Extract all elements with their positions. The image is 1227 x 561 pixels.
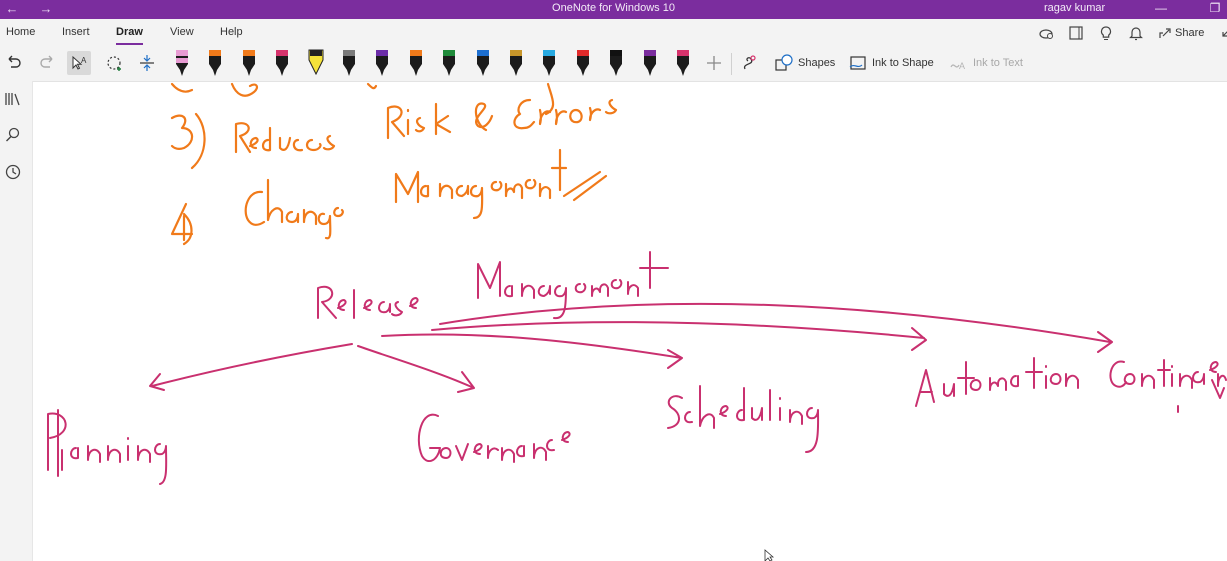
navigation-rail	[0, 81, 33, 561]
toolbar-divider	[731, 53, 732, 75]
shapes-icon[interactable]	[772, 51, 796, 75]
ink-word-release	[317, 285, 419, 319]
pen-2-icon[interactable]	[207, 48, 223, 78]
add-space-icon[interactable]	[135, 51, 159, 75]
ink-word-contingency	[1109, 359, 1227, 413]
pen-1-icon[interactable]	[174, 48, 190, 78]
ink-double-slash	[562, 170, 608, 202]
redo-icon[interactable]	[35, 51, 59, 75]
user-name[interactable]: ragav kumar	[1044, 2, 1105, 14]
ink-word-management	[394, 148, 568, 220]
mouse-cursor-icon	[764, 549, 775, 561]
ink-ampersand	[474, 102, 494, 132]
tab-draw[interactable]: Draw	[116, 26, 143, 38]
highlighter-5-icon[interactable]	[308, 48, 324, 78]
menu-bar: Home Insert Draw View Help Share	[0, 19, 1227, 45]
ink-number-2	[170, 82, 194, 93]
pen-8-icon[interactable]	[408, 48, 424, 78]
window-title: OneNote for Windows 10	[552, 2, 675, 14]
bell-icon[interactable]	[1127, 24, 1145, 42]
pen-16-icon[interactable]	[675, 48, 691, 78]
orange-ink-notes	[170, 82, 618, 246]
ink-to-shape-icon[interactable]	[847, 51, 871, 75]
ink-word-scheduling	[667, 385, 820, 453]
tab-view[interactable]: View	[170, 26, 194, 38]
pen-12-icon[interactable]	[541, 48, 557, 78]
undo-icon[interactable]	[2, 51, 26, 75]
pen-6-icon[interactable]	[341, 48, 357, 78]
ink-word-reduces	[234, 122, 336, 154]
ink-word-fragment	[544, 82, 555, 116]
ink-word-errors	[513, 98, 618, 130]
collapse-icon[interactable]	[1217, 24, 1227, 42]
pen-13-icon[interactable]	[575, 48, 591, 78]
arrow-to-governance	[357, 345, 475, 393]
pen-7-icon[interactable]	[374, 48, 390, 78]
ink-replay-icon[interactable]	[737, 51, 761, 75]
recent-notes-icon[interactable]	[4, 163, 22, 181]
pen-3-icon[interactable]	[241, 48, 257, 78]
share-button[interactable]: Share	[1175, 27, 1204, 39]
title-bar: ← → OneNote for Windows 10 ragav kumar —…	[0, 0, 1227, 19]
share-icon[interactable]	[1157, 24, 1175, 42]
arrow-to-contingency	[439, 302, 1113, 353]
pen-4-icon[interactable]	[274, 48, 290, 78]
tab-insert[interactable]: Insert	[62, 26, 90, 38]
svg-text:A: A	[959, 61, 965, 71]
notebook-icon[interactable]	[1067, 24, 1085, 42]
ink-paren	[190, 112, 206, 170]
tab-home[interactable]: Home	[6, 26, 35, 38]
pen-9-icon[interactable]	[441, 48, 457, 78]
sync-icon[interactable]	[1037, 24, 1055, 42]
pen-10-icon[interactable]	[475, 48, 491, 78]
arrow-to-scheduling	[381, 333, 683, 369]
type-select-tool-icon[interactable]: A	[67, 51, 91, 75]
ink-paren	[182, 212, 193, 246]
tab-help[interactable]: Help	[220, 26, 243, 38]
draw-toolbar: A Shapes Ink to Shape A Ink to Text	[0, 45, 1227, 82]
shapes-button[interactable]: Shapes	[798, 57, 835, 69]
search-icon[interactable]	[4, 126, 22, 144]
ink-to-text-button: Ink to Text	[973, 57, 1023, 69]
lasso-select-icon[interactable]	[103, 51, 127, 75]
note-canvas[interactable]	[33, 81, 1227, 561]
ink-word-risk	[386, 102, 452, 140]
pen-15-icon[interactable]	[642, 48, 658, 78]
ink-word-fragment	[230, 82, 259, 97]
ink-word-change	[244, 178, 344, 240]
lightbulb-icon[interactable]	[1097, 24, 1115, 42]
add-pen-icon[interactable]	[702, 51, 726, 75]
ink-number-3	[170, 114, 194, 150]
pen-14-icon[interactable]	[608, 48, 624, 78]
ink-word-governance	[417, 413, 571, 463]
ink-to-shape-button[interactable]: Ink to Shape	[872, 57, 934, 69]
ink-word-automation	[915, 357, 1079, 407]
pen-11-icon[interactable]	[508, 48, 524, 78]
notebooks-icon[interactable]	[4, 90, 22, 108]
magenta-ink-mindmap	[47, 251, 1227, 485]
svg-text:A: A	[81, 56, 87, 65]
restore-icon[interactable]: ❐	[1201, 0, 1227, 19]
ink-word-fragment	[366, 82, 378, 90]
arrow-to-planning	[149, 343, 353, 391]
minimize-icon[interactable]: —	[1147, 0, 1175, 19]
ink-to-text-icon: A	[950, 61, 965, 71]
ink-word-planning	[47, 409, 168, 485]
